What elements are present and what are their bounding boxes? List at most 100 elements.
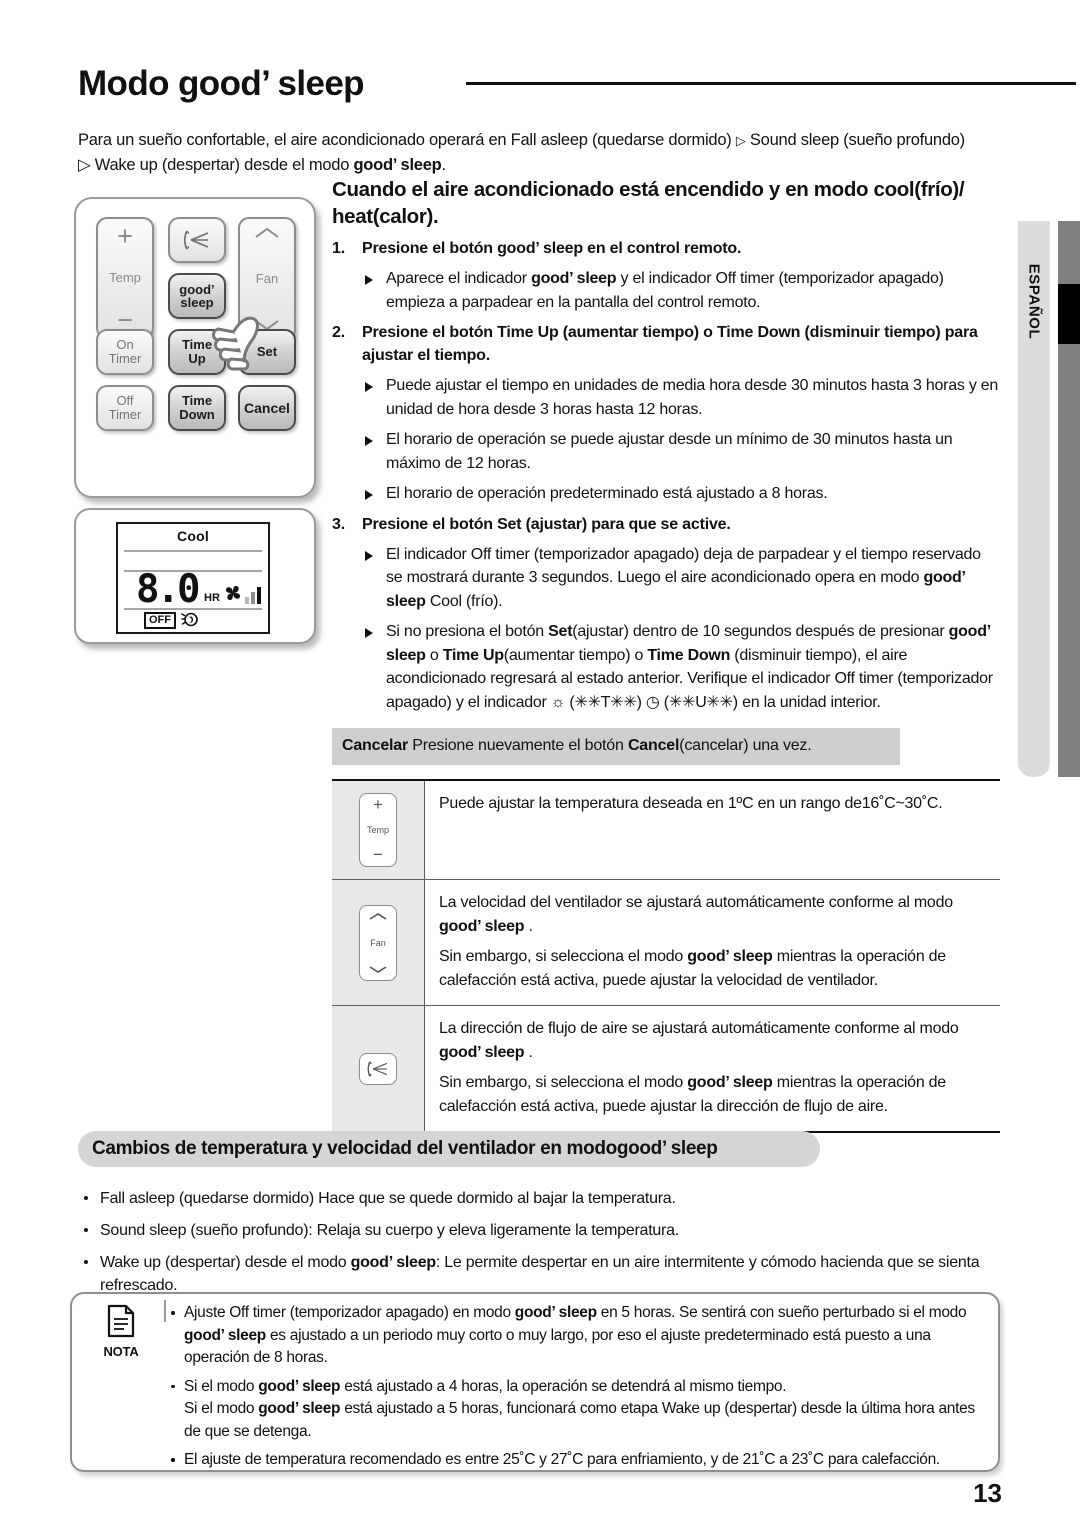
- triangle-icon: ▷: [735, 133, 746, 148]
- section-banner: Cambios de temperatura y velocidad del v…: [78, 1131, 820, 1167]
- feature-paragraph: Sin embargo, si selecciona el modo good’…: [439, 1071, 992, 1119]
- remote-time-down-line1: Time: [181, 393, 213, 408]
- body-text: .: [524, 918, 533, 935]
- intro-line2-b: .: [441, 156, 447, 174]
- step-item-2: 2. Presione el botón Time Up (aumentar ti…: [332, 321, 1000, 506]
- body-text: (ajustar) dentro de 10 segundos después …: [572, 623, 949, 640]
- remote-time-down-button: Time Down: [168, 385, 226, 431]
- fan-updown-icon: Fan: [359, 904, 397, 981]
- table-row: La dirección de flujo de aire se ajustar…: [332, 1006, 1000, 1133]
- body-text: Ajuste Off timer (temporizador apagado) …: [184, 1304, 515, 1321]
- emphasis-text: good’ sleep: [439, 918, 525, 935]
- emphasis-text: Set: [548, 623, 573, 640]
- emphasis-text: good’ sleep: [258, 1377, 341, 1395]
- note-list: Ajuste Off timer (temporizador apagado) …: [168, 1302, 986, 1478]
- body-text: El horario de operación se puede ajustar…: [386, 431, 953, 472]
- emphasis-text: good’ sleep: [258, 1400, 341, 1417]
- body-text: El ajuste de temperatura recomendado es …: [184, 1451, 940, 1468]
- chevron-down-icon: [369, 965, 387, 973]
- step-item-3: 3. Presione el botón Set (ajustar) para q…: [332, 513, 1000, 715]
- intro-line2-a: ▷ Wake up (despertar) desde el modo: [78, 156, 354, 174]
- remote-display-illustration: Cool 8.0 HR OFF: [74, 508, 316, 644]
- feature-table: + Temp − Puede ajustar la temperatura de…: [332, 779, 1000, 1133]
- airflow-glyph-icon: [367, 1060, 388, 1077]
- emphasis-text: good’ sleep: [439, 1044, 525, 1061]
- body-text: Si no presiona el botón: [386, 623, 549, 640]
- body-text: Aparece el indicador: [386, 270, 532, 287]
- step-item-1: 1. Presione el botón good’ sleep en el co…: [332, 237, 1000, 314]
- remote-temp-button: + Temp −: [96, 217, 154, 339]
- table-row: + Temp − Puede ajustar la temperatura de…: [332, 781, 1000, 880]
- lcd-time-value: 8.0: [136, 567, 200, 612]
- note-item: El ajuste de temperatura recomendado es …: [168, 1449, 986, 1472]
- remote-time-up-button: Time Up: [168, 329, 226, 375]
- remote-off-timer-line1: Off: [116, 393, 134, 408]
- remote-set-button: Set: [238, 329, 296, 375]
- step-3-bullets: El indicador Off timer (temporizador apa…: [362, 543, 1000, 715]
- fan-blade-icon: [226, 586, 240, 600]
- body-text: en 5 horas. Se sentirá con sueño perturb…: [596, 1304, 967, 1321]
- feature-icon-cell: [332, 1006, 425, 1131]
- feature-text-cell: Puede ajustar la temperatura deseada en …: [425, 781, 1000, 879]
- intro-line2-brand: good’ sleep: [353, 156, 442, 174]
- temp-updown-icon: + Temp −: [359, 793, 397, 867]
- emphasis-text: good’ sleep: [531, 270, 617, 287]
- feature-paragraph: La velocidad del ventilador se ajustará …: [439, 891, 992, 939]
- bullet-item: El horario de operación se puede ajustar…: [362, 428, 1000, 475]
- minus-icon: −: [117, 305, 133, 335]
- remote-fan-label: Fan: [255, 271, 279, 286]
- feature-icon-cell: Fan: [332, 880, 425, 1005]
- lcd-screen: Cool 8.0 HR OFF: [116, 522, 270, 634]
- chevron-up-icon: [369, 912, 387, 920]
- document-icon: [107, 1304, 135, 1338]
- body-text: Sin embargo, si selecciona el modo: [439, 948, 688, 965]
- feature-paragraph: Puede ajustar la temperatura deseada en …: [439, 792, 992, 816]
- step-number: 2.: [332, 324, 345, 341]
- feature-paragraph: Sin embargo, si selecciona el modo good’…: [439, 945, 992, 993]
- remote-time-down-line2: Down: [179, 407, 215, 422]
- list-item: Fall asleep (quedarse dormido) Hace que …: [78, 1187, 998, 1210]
- body-text: Fall asleep (quedarse dormido) Hace que …: [100, 1190, 676, 1207]
- body-text: (aumentar tiempo) o: [503, 646, 648, 664]
- body-text: Puede ajustar la temperatura deseada en …: [439, 795, 943, 812]
- body-text: El horario de operación predeterminado e…: [386, 485, 828, 502]
- emphasis-text: good’ sleep: [184, 1326, 266, 1344]
- note-label: NOTA: [103, 1344, 139, 1359]
- step-brand: good’ sleep: [497, 240, 583, 257]
- page-edge-marker: [1058, 284, 1080, 344]
- note-divider: [164, 1300, 166, 1322]
- lcd-off-badge: OFF: [144, 612, 176, 629]
- remote-fan-button: Fan: [238, 217, 296, 341]
- emphasis-text: good’ sleep: [687, 948, 773, 965]
- banner-brand: good’ sleep: [616, 1138, 718, 1159]
- step-text-a: Presione el botón Set (ajustar) para que…: [362, 515, 731, 533]
- note-box: NOTA Ajuste Off timer (temporizador apag…: [70, 1292, 1000, 1472]
- body-text: Si el modo: [184, 1377, 259, 1395]
- banner-text: Cambios de temperatura y velocidad del v…: [92, 1138, 617, 1159]
- intro-line1-b: Sound sleep (sueño profundo): [745, 131, 965, 149]
- page-number: 13: [973, 1478, 1002, 1508]
- step-2-bullets: Puede ajustar el tiempo en unidades de m…: [362, 374, 1000, 506]
- lcd-unit-label: HR: [204, 592, 220, 604]
- body-text: Wake up (despertar) desde el modo: [100, 1254, 351, 1271]
- body-text: es ajustado a un periodo muy corto o muy…: [184, 1326, 931, 1367]
- page-title-brand: good’ sleep: [178, 64, 365, 103]
- note-icon-group: NOTA: [86, 1304, 156, 1359]
- step-1-bullets: Aparece el indicador good’ sleep y el in…: [362, 267, 1000, 314]
- cancel-text-a: Presione nuevamente el botón: [408, 737, 628, 754]
- fan-speed-bars-icon: [245, 587, 261, 604]
- emphasis-text: good’ sleep: [514, 1304, 597, 1321]
- language-tab: ESPAÑOL: [1018, 221, 1050, 777]
- feature-paragraph: La dirección de flujo de aire se ajustar…: [439, 1017, 992, 1065]
- good-sleep-indicator-icon: [181, 612, 198, 627]
- cancel-instruction-bar: Cancelar Presione nuevamente el botón Ca…: [332, 728, 900, 765]
- list-item: Sound sleep (sueño profundo): Relaja su …: [78, 1219, 998, 1242]
- bullet-item: El horario de operación predeterminado e…: [362, 482, 1000, 506]
- emphasis-text: Time Down: [647, 646, 731, 664]
- remote-off-timer-line2: Timer: [108, 407, 142, 422]
- emphasis-text: good’ sleep: [687, 1074, 773, 1091]
- banner-bullet-list: Fall asleep (quedarse dormido) Hace que …: [78, 1178, 998, 1297]
- body-text: está ajustado a 4 horas, la operación se…: [340, 1377, 787, 1395]
- title-rule: [466, 82, 1076, 85]
- intro-paragraph: Para un sueño confortable, el aire acond…: [78, 128, 998, 177]
